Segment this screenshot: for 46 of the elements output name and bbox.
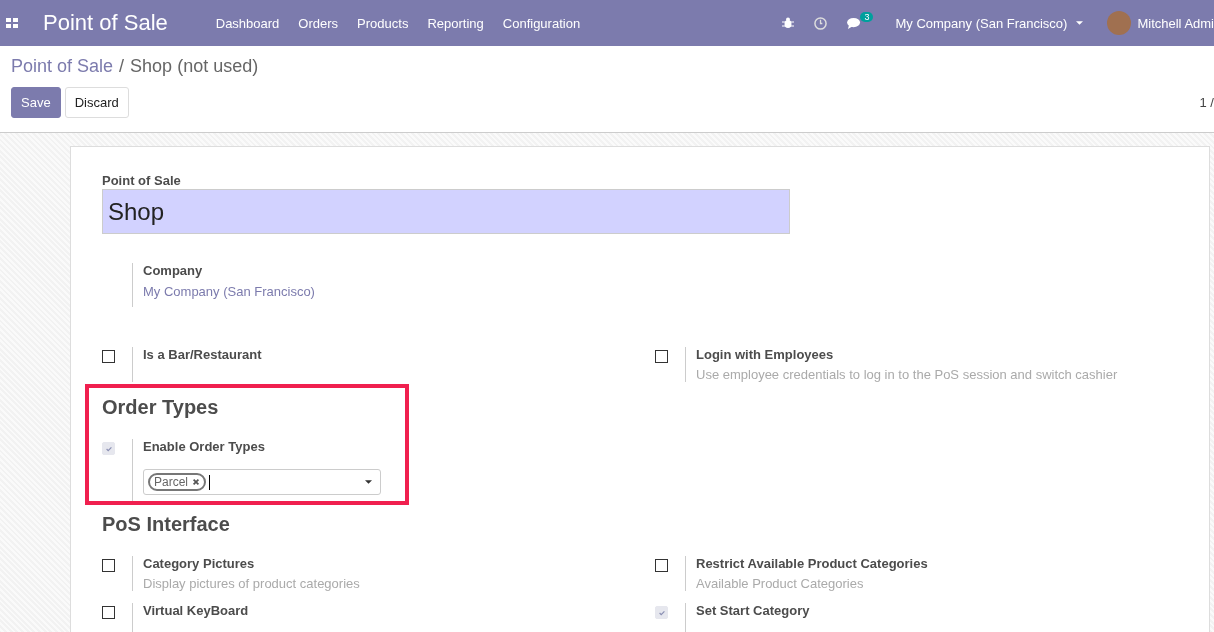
setting-label: Is a Bar/Restaurant	[143, 347, 262, 362]
section-title: PoS Interface	[102, 513, 231, 536]
checkbox[interactable]	[102, 559, 115, 572]
field-label: Company	[143, 263, 204, 278]
save-button[interactable]: Save	[11, 87, 61, 118]
breadcrumb-separator: /	[119, 56, 125, 77]
chat-icon[interactable]	[847, 16, 863, 30]
checkbox[interactable]	[102, 350, 115, 363]
setting-label: Category Pictures	[143, 556, 256, 571]
setting-label: Set Start Category	[696, 603, 810, 618]
breadcrumb-current: Shop (not used)	[130, 56, 259, 77]
remove-icon[interactable]	[192, 478, 200, 486]
breadcrumb-link[interactable]: Point of Sale	[11, 56, 114, 77]
caret-icon[interactable]	[365, 480, 372, 484]
company-switcher[interactable]: My Company (San Francisco)	[895, 15, 1084, 31]
section-title: Order Types	[102, 396, 220, 419]
setting-label: Login with Employees	[696, 347, 835, 362]
menu-item[interactable]: Reporting	[427, 15, 484, 31]
pager: 1 /	[1199, 95, 1214, 110]
setting-label: Virtual KeyBoard	[143, 603, 249, 618]
app-title[interactable]: Point of Sale	[43, 10, 168, 36]
setting-description: Available Product Categories	[696, 576, 865, 591]
checkbox[interactable]	[102, 606, 115, 619]
checkbox[interactable]	[655, 559, 668, 572]
discard-button[interactable]: Discard	[64, 87, 129, 118]
tags-input-field[interactable]: Parcel	[143, 469, 381, 495]
setting-label: Enable Order Types	[143, 439, 266, 454]
user-menu[interactable]: Mitchell Admi	[1137, 15, 1214, 31]
menu-item[interactable]: Dashboard	[215, 15, 280, 31]
checkbox[interactable]	[655, 350, 668, 363]
setting-label: Restrict Available Product Categories	[696, 556, 928, 571]
messages-badge: 3	[860, 11, 874, 22]
menu-item[interactable]: Products	[357, 15, 409, 31]
menu-item[interactable]: Orders	[298, 15, 339, 31]
menu-item[interactable]: Configuration	[502, 15, 581, 31]
field-label: Point of Sale	[102, 173, 182, 188]
name-input-field[interactable]: Shop	[102, 189, 790, 234]
tag: Parcel	[148, 473, 206, 491]
company-link[interactable]: My Company (San Francisco)	[143, 284, 1179, 299]
apps-grid-icon[interactable]	[6, 17, 18, 29]
checkmark-icon	[104, 444, 113, 453]
clock-icon[interactable]	[814, 16, 828, 30]
checkmark-icon	[657, 608, 666, 617]
bug-icon[interactable]	[782, 17, 795, 29]
setting-description: Use employee credentials to log in to the PoS session and switch cashier	[696, 367, 1118, 382]
setting-description: Display pictures of product categories	[143, 576, 360, 591]
